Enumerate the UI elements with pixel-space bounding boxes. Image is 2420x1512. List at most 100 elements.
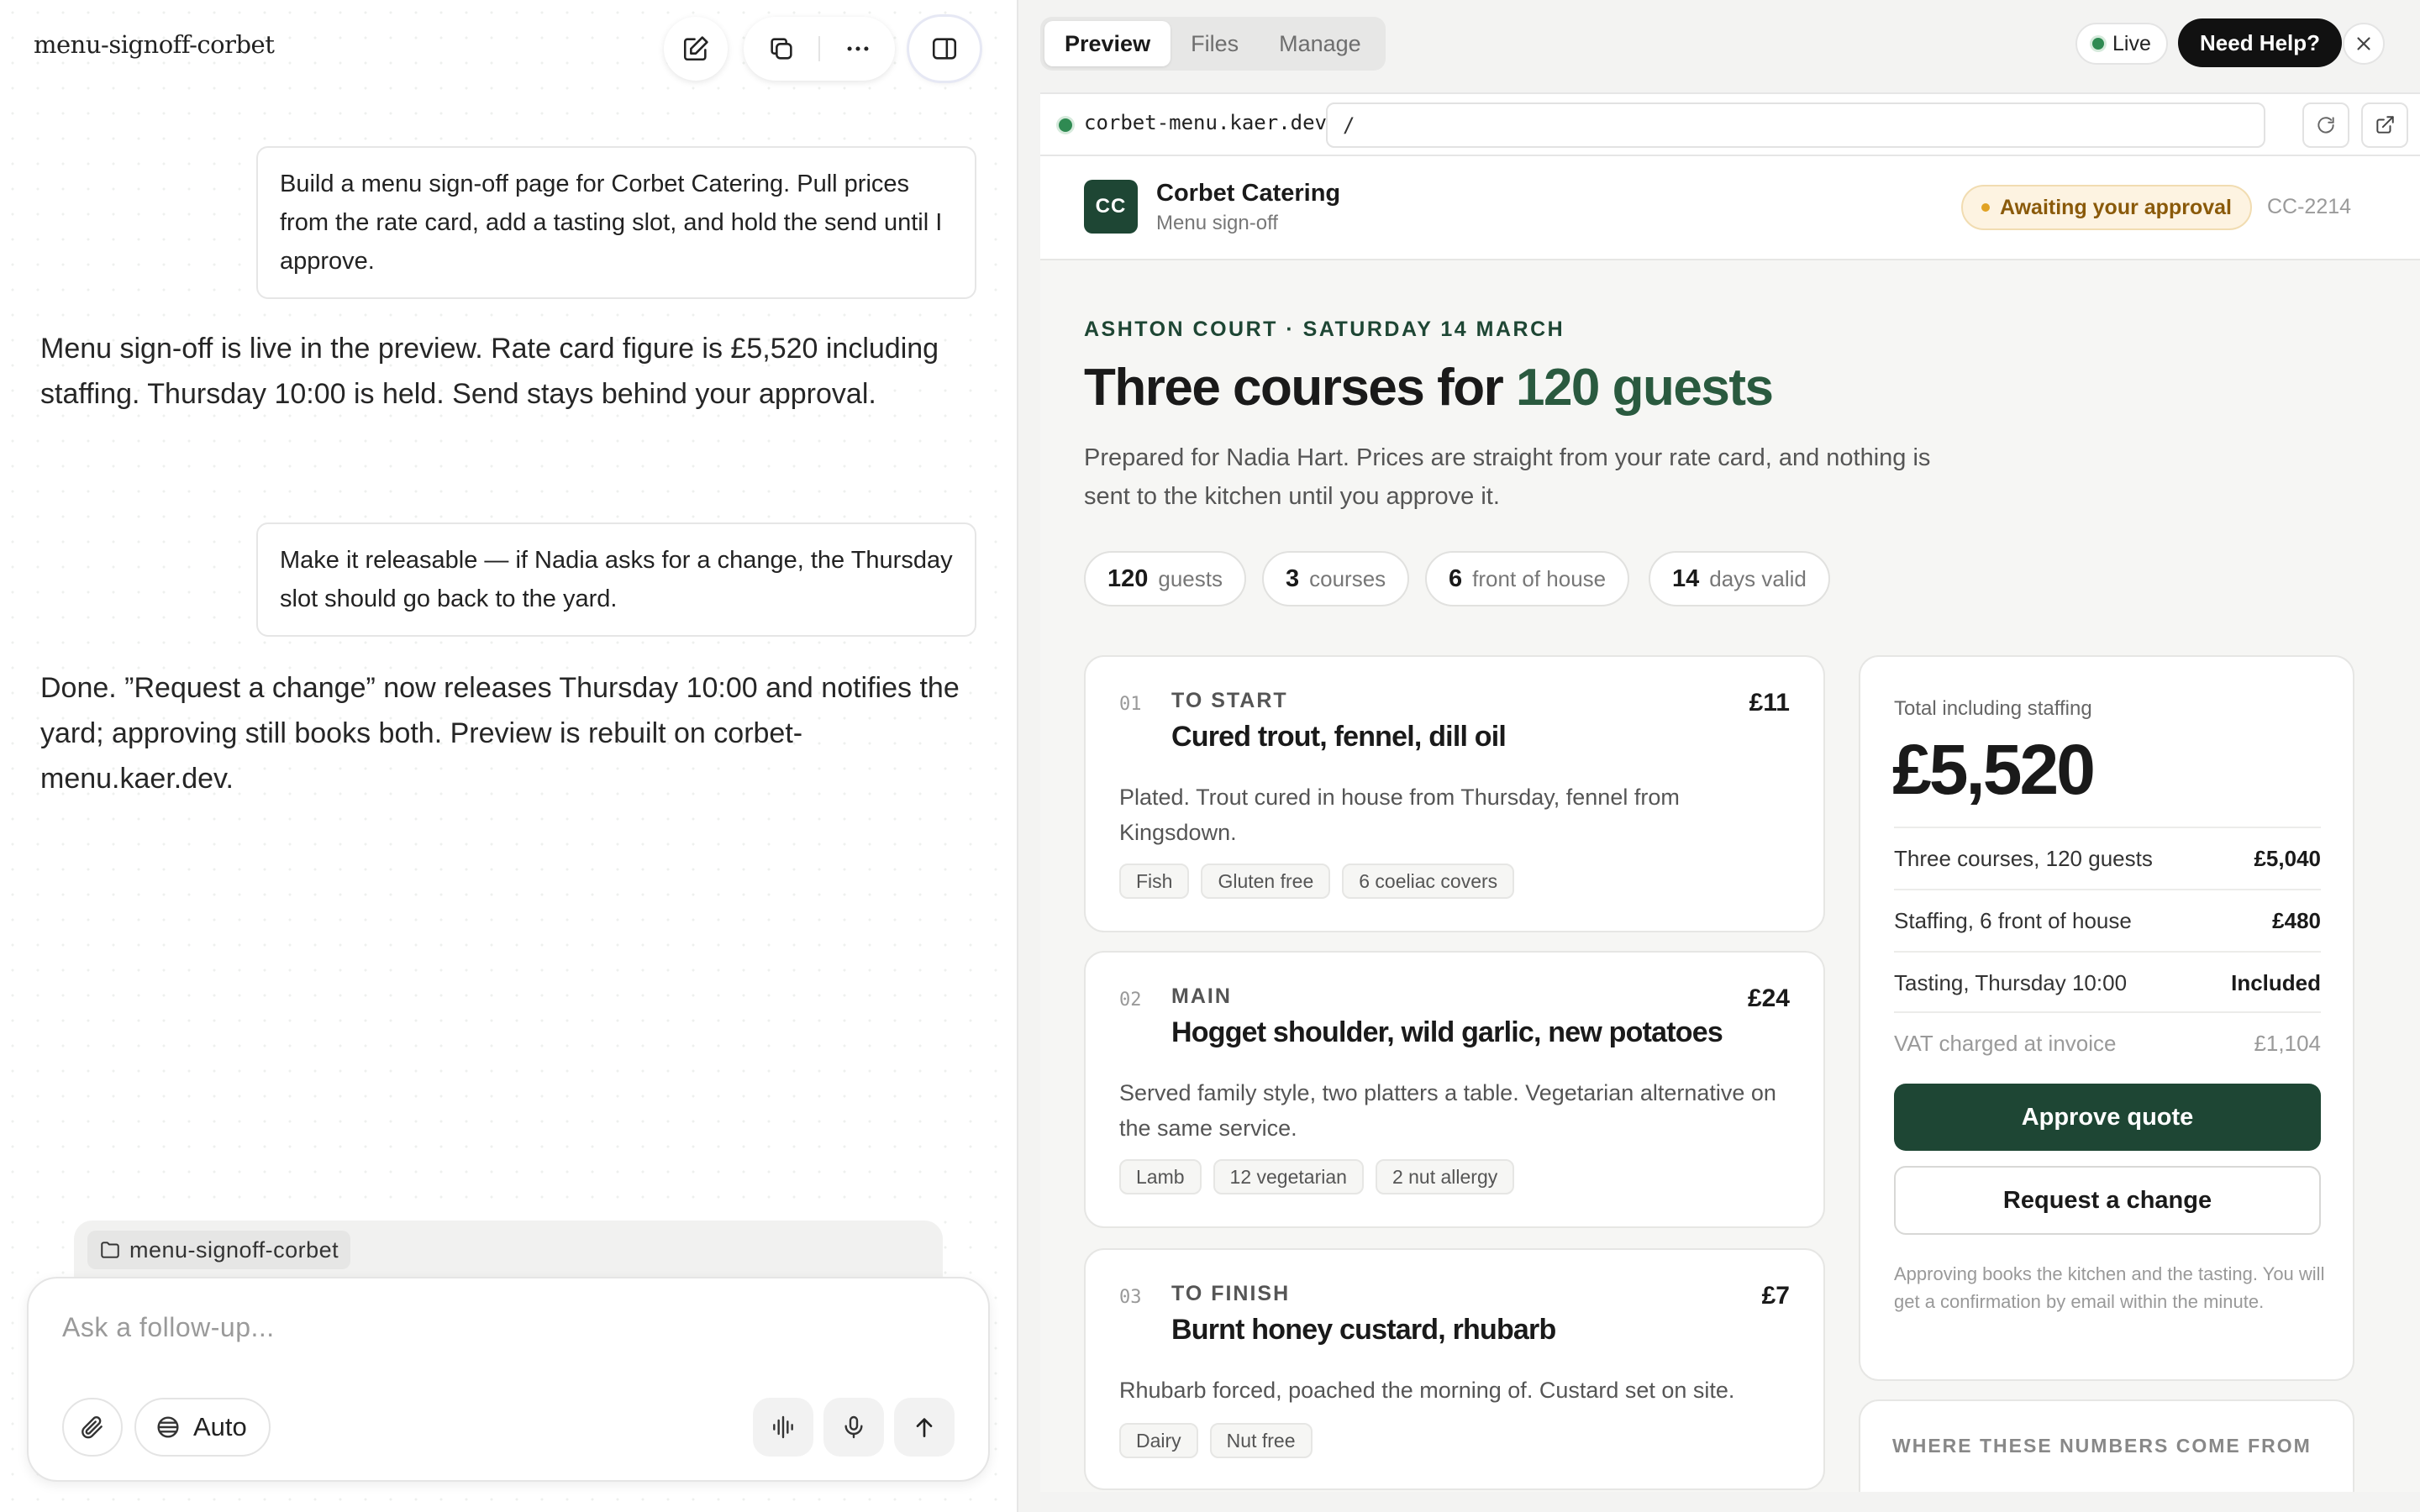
- quote-line-value: Included: [2231, 969, 2321, 995]
- stat-pill: 6 front of house: [1425, 551, 1630, 606]
- course-number: 02: [1119, 990, 1142, 1011]
- event-eyebrow: ASHTON COURT · SATURDAY 14 MARCH: [1084, 318, 1565, 341]
- status-dot-icon: [1981, 203, 1990, 212]
- mode-selector[interactable]: Auto: [134, 1398, 271, 1457]
- composer: Ask a follow-up... Auto: [27, 1277, 990, 1482]
- quote-line-label: Tasting, Thursday 10:00: [1894, 969, 2128, 995]
- follow-up-input[interactable]: Ask a follow-up...: [62, 1312, 275, 1343]
- url-path-input[interactable]: /: [1326, 102, 2265, 148]
- page-headline: Three courses for 120 guests: [1084, 358, 1774, 417]
- stat-label: guests: [1158, 565, 1223, 591]
- live-badge: Live: [2075, 23, 2168, 65]
- dietary-tag: 12 vegetarian: [1213, 1159, 1364, 1194]
- course-tags: Lamb 12 vegetarian 2 nut allergy: [1119, 1159, 1515, 1194]
- stat-label: days valid: [1709, 565, 1807, 591]
- user-message: Build a menu sign-off page for Corbet Ca…: [256, 146, 976, 299]
- voice-mode-button[interactable]: [753, 1398, 813, 1457]
- tab-manage[interactable]: Manage: [1259, 21, 1381, 66]
- sidebar-panel-icon: [932, 38, 957, 60]
- dictate-button[interactable]: [823, 1398, 884, 1457]
- quote-line-value: £5,040: [2254, 845, 2321, 871]
- project-title: menu-signoff-corbet: [34, 30, 275, 59]
- total-label: Total including staffing: [1894, 697, 2092, 720]
- quote-line: Three courses, 120 guests £5,040: [1894, 827, 2321, 889]
- mode-label: Auto: [193, 1412, 247, 1441]
- stat-label: courses: [1309, 565, 1386, 591]
- attach-button[interactable]: [62, 1398, 123, 1457]
- preview-tabs: Preview Files Manage: [1040, 17, 1386, 71]
- course-number: 03: [1119, 1287, 1142, 1308]
- refresh-icon: [2317, 117, 2334, 134]
- copy-button[interactable]: [744, 17, 818, 81]
- site-header: CC Corbet Catering Menu sign-off Awaitin…: [1040, 156, 2420, 260]
- course-title: Hogget shoulder, wild garlic, new potato…: [1171, 1016, 1723, 1048]
- microphone-icon: [844, 1415, 863, 1439]
- stat-pill: 120 guests: [1084, 551, 1246, 606]
- dietary-tag: 6 coeliac covers: [1342, 864, 1515, 899]
- paperclip-icon: [82, 1415, 103, 1439]
- toggle-panel-button[interactable]: [909, 17, 980, 81]
- request-change-button[interactable]: Request a change: [1894, 1166, 2321, 1235]
- address-bar: corbet-menu.kaer.dev /: [1040, 92, 2420, 156]
- stat-pill: 14 days valid: [1649, 551, 1830, 606]
- sources-heading: WHERE THESE NUMBERS COME FROM: [1892, 1435, 2312, 1457]
- toolbar-group: [744, 17, 895, 81]
- more-icon: [847, 46, 868, 51]
- stat-value: 3: [1286, 564, 1300, 592]
- dietary-tag: 2 nut allergy: [1375, 1159, 1515, 1194]
- context-chip[interactable]: menu-signoff-corbet: [87, 1231, 351, 1269]
- course-card: 03 TO FINISH Burnt honey custard, rhubar…: [1084, 1248, 1825, 1490]
- more-button[interactable]: [820, 17, 895, 81]
- live-label: Live: [2112, 31, 2151, 55]
- approve-quote-button[interactable]: Approve quote: [1894, 1084, 2321, 1151]
- secure-dot-icon: [1059, 118, 1072, 132]
- brand-logo: CC: [1084, 180, 1138, 234]
- close-preview-button[interactable]: [2343, 23, 2385, 65]
- headline-accent: 120 guests: [1515, 359, 1774, 417]
- brand-name: Corbet Catering: [1156, 180, 1341, 207]
- dietary-tag: Dairy: [1119, 1423, 1198, 1458]
- stat-pill: 3 courses: [1262, 551, 1410, 606]
- need-help-button[interactable]: Need Help?: [2178, 18, 2343, 67]
- dietary-tag: Fish: [1119, 864, 1190, 899]
- assistant-message: Done. ”Request a change” now releases Th…: [40, 672, 960, 795]
- stat-label: front of house: [1472, 565, 1607, 591]
- sources-card: WHERE THESE NUMBERS COME FROM: [1859, 1399, 2354, 1492]
- quote-line-label: VAT charged at invoice: [1894, 1030, 2117, 1056]
- course-kicker: TO START: [1171, 689, 1288, 712]
- dietary-tag: Nut free: [1209, 1423, 1313, 1458]
- quote-reference: CC-2214: [2267, 195, 2352, 218]
- status-badge: Awaiting your approval: [1961, 185, 2252, 230]
- course-kicker: TO FINISH: [1171, 1282, 1291, 1305]
- quote-line-value: £480: [2272, 907, 2321, 933]
- send-button[interactable]: [894, 1398, 955, 1457]
- arrow-up-icon: [916, 1418, 933, 1437]
- course-price: £11: [1749, 689, 1790, 717]
- quote-line-vat: VAT charged at invoice £1,104: [1894, 1011, 2321, 1074]
- open-external-button[interactable]: [2361, 102, 2408, 148]
- course-description: Served family style, two platters a tabl…: [1119, 1080, 1776, 1141]
- course-description: Rhubarb forced, poached the morning of. …: [1119, 1378, 1735, 1403]
- intro-text: Prepared for Nadia Hart. Prices are stra…: [1084, 444, 1931, 510]
- quote-line-label: Staffing, 6 front of house: [1894, 907, 2132, 933]
- reload-button[interactable]: [2302, 102, 2349, 148]
- quote-line: Staffing, 6 front of house £480: [1894, 889, 2321, 951]
- dietary-tag: Gluten free: [1201, 864, 1331, 899]
- course-description: Plated. Trout cured in house from Thursd…: [1119, 785, 1680, 845]
- context-chip-label: menu-signoff-corbet: [129, 1236, 339, 1263]
- quote-line-label: Three courses, 120 guests: [1894, 845, 2153, 871]
- tab-preview[interactable]: Preview: [1044, 21, 1171, 66]
- course-number: 01: [1119, 694, 1142, 715]
- preview-pane: Preview Files Manage Live Need Help? cor…: [1017, 0, 2420, 1512]
- dietary-tag: Lamb: [1119, 1159, 1202, 1194]
- course-price: £7: [1761, 1282, 1790, 1310]
- tab-files[interactable]: Files: [1171, 21, 1259, 66]
- site-preview: CC Corbet Catering Menu sign-off Awaitin…: [1040, 156, 2420, 1492]
- close-icon: [2357, 37, 2370, 50]
- course-title: Cured trout, fennel, dill oil: [1171, 721, 1507, 753]
- brand-subtitle: Menu sign-off: [1156, 212, 1278, 234]
- quote-summary-card: Total including staffing £5,520 Three co…: [1859, 655, 2354, 1381]
- external-link-icon: [2376, 116, 2394, 134]
- live-dot-icon: [2092, 38, 2104, 50]
- new-chat-button[interactable]: [664, 17, 728, 81]
